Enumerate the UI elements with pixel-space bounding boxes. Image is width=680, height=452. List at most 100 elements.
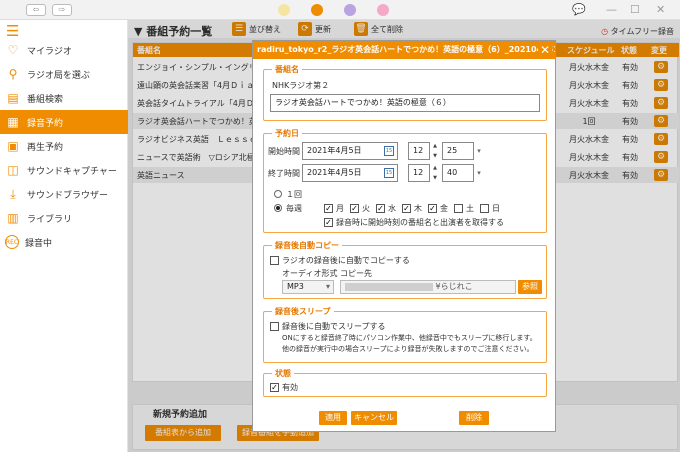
schedule-group-label: 予約日 bbox=[272, 128, 302, 139]
apply-button[interactable]: 適用 bbox=[319, 411, 347, 425]
sleep-note: ONにすると録音終了時にパソコン作業中、他録音中でもスリープに移行します。 bbox=[282, 334, 537, 342]
color-dot-pink[interactable] bbox=[377, 4, 389, 16]
heart-icon: ♡ bbox=[7, 43, 19, 57]
start-time-label: 開始時間 bbox=[268, 147, 300, 156]
copy-check-label: ラジオの録音後に自動でコピーする bbox=[282, 256, 410, 265]
sleep-checkbox[interactable] bbox=[270, 322, 279, 331]
audio-format-label: オーディオ形式 bbox=[282, 269, 338, 278]
sidebar-item-label: ライブラリ bbox=[27, 214, 73, 225]
color-dot-orange[interactable] bbox=[311, 4, 323, 16]
start-hour-spinner[interactable]: ▲ ▼ bbox=[431, 143, 439, 159]
weekly-label: 毎週 bbox=[286, 204, 302, 213]
day-checkbox-fri[interactable]: ✓ bbox=[428, 204, 437, 213]
calendar-icon[interactable]: 15 bbox=[384, 146, 394, 156]
end-hour-spinner[interactable]: ▲ ▼ bbox=[431, 165, 439, 181]
browse-button[interactable]: 参照 bbox=[518, 280, 542, 294]
status-group: 状態 ✓ 有効 bbox=[263, 368, 547, 397]
color-dot-purple[interactable] bbox=[344, 4, 356, 16]
sidebar-item-choose-station[interactable]: ⚲ ラジオ局を選ぶ bbox=[0, 62, 128, 86]
redacted-path bbox=[345, 282, 433, 291]
sidebar-item-recording[interactable]: REC 録音中 bbox=[0, 230, 128, 254]
day-label: 月 bbox=[336, 204, 344, 213]
day-label: 金 bbox=[440, 204, 448, 213]
sidebar-item-library[interactable]: ▥ ライブラリ bbox=[0, 206, 128, 230]
audio-format-value: MP3 bbox=[287, 282, 304, 291]
sidebar-item-program-search[interactable]: ▤ 番組検索 bbox=[0, 86, 128, 110]
capture-icon: ◫ bbox=[7, 163, 19, 177]
end-time-label: 終了時間 bbox=[268, 169, 300, 178]
sidebar-item-label: ラジオ局を選ぶ bbox=[27, 70, 90, 81]
audio-format-select[interactable]: MP3 ▾ bbox=[282, 280, 334, 294]
chevron-down-icon[interactable]: ▾ bbox=[474, 165, 484, 181]
chevron-down-icon[interactable]: ▾ bbox=[474, 143, 484, 159]
fetch-name-checkbox[interactable]: ✓ bbox=[324, 218, 333, 227]
start-date-value: 2021年4月5日 bbox=[307, 146, 362, 155]
day-checkbox-wed[interactable]: ✓ bbox=[376, 204, 385, 213]
minimize-icon[interactable]: — bbox=[606, 2, 617, 18]
forward-button[interactable]: ⇨ bbox=[52, 4, 72, 16]
sidebar-item-sound-capture[interactable]: ◫ サウンドキャプチャー bbox=[0, 158, 128, 182]
enabled-checkbox[interactable]: ✓ bbox=[270, 383, 279, 392]
copy-dest-input[interactable]: ¥らじれこ bbox=[340, 280, 516, 294]
schedule-group: 予約日 開始時間 2021年4月5日 15 12 ▲ ▼ 25 ▾ 終了時間 20… bbox=[263, 128, 547, 233]
edit-reservation-dialog: radiru_tokyo_r2_ラジオ英会話ハートでつかめ！英語の極意（6）_2… bbox=[252, 40, 556, 432]
day-checkbox-tue[interactable]: ✓ bbox=[350, 204, 359, 213]
day-checkbox-sat[interactable] bbox=[454, 204, 463, 213]
sidebar-item-sound-browser[interactable]: ⤓ サウンドブラウザー bbox=[0, 182, 128, 206]
program-group-label: 番組名 bbox=[272, 64, 302, 75]
delete-button[interactable]: 削除 bbox=[459, 411, 489, 425]
program-group: 番組名 NHKラジオ第２ ラジオ英会話ハートでつかめ！英語の極意（６） bbox=[263, 64, 547, 121]
copy-checkbox[interactable] bbox=[270, 256, 279, 265]
sleep-check-label: 録音後に自動でスリープする bbox=[282, 322, 386, 331]
books-icon: ▥ bbox=[7, 211, 19, 225]
sidebar-item-my-radio[interactable]: ♡ マイラジオ bbox=[0, 38, 128, 62]
day-checkbox-mon[interactable]: ✓ bbox=[324, 204, 333, 213]
end-date-value: 2021年4月5日 bbox=[307, 168, 362, 177]
back-button[interactable]: ⇦ bbox=[26, 4, 46, 16]
close-icon[interactable]: ✕ bbox=[656, 2, 665, 18]
day-label: 土 bbox=[466, 204, 474, 213]
sleep-group-label: 録音後スリープ bbox=[272, 306, 334, 317]
start-minute-input[interactable]: 25 bbox=[442, 142, 474, 160]
calendar-icon: ▦ bbox=[7, 115, 19, 129]
top-bar: ⇦ ⇨ 💬 — ☐ ✕ bbox=[0, 0, 680, 20]
download-icon: ⤓ bbox=[10, 186, 16, 201]
sidebar-item-label: マイラジオ bbox=[27, 46, 72, 57]
color-dot-yellow[interactable] bbox=[278, 4, 290, 16]
chat-icon[interactable]: 💬 bbox=[572, 2, 586, 18]
end-minute-input[interactable]: 40 bbox=[442, 164, 474, 182]
hamburger-menu-icon[interactable]: ☰ bbox=[6, 24, 19, 39]
once-radio[interactable] bbox=[274, 190, 282, 198]
day-label: 木 bbox=[414, 204, 422, 213]
day-label: 水 bbox=[388, 204, 396, 213]
sidebar-item-playback-reservation[interactable]: ▣ 再生予約 bbox=[0, 134, 128, 158]
copy-group-label: 録音後自動コピー bbox=[272, 240, 342, 251]
cancel-button[interactable]: キャンセル bbox=[351, 411, 397, 425]
search-doc-icon: ▤ bbox=[7, 91, 19, 105]
copy-dest-label: コピー先 bbox=[340, 269, 372, 278]
sidebar-item-label: 再生予約 bbox=[27, 142, 64, 153]
day-checkbox-sun[interactable] bbox=[480, 204, 489, 213]
sleep-group: 録音後スリープ 録音後に自動でスリープする ONにすると録音終了時にパソコン作業… bbox=[263, 306, 547, 363]
start-hour-input[interactable]: 12 bbox=[408, 142, 430, 160]
sleep-note: 他の録音が実行中の場合スリープにより録音が失敗しますのでご注意ください。 bbox=[282, 345, 534, 353]
sidebar-item-label: 録音予約 bbox=[27, 118, 64, 129]
enabled-label: 有効 bbox=[282, 383, 298, 392]
dialog-title: radiru_tokyo_r2_ラジオ英会話ハートでつかめ！英語の極意（6）_2… bbox=[253, 41, 555, 59]
dialog-close-icon[interactable]: ✕ bbox=[538, 41, 552, 59]
sidebar-item-record-reservation[interactable]: ▦ 録音予約 bbox=[0, 110, 128, 134]
end-hour-input[interactable]: 12 bbox=[408, 164, 430, 182]
calendar-arrow-icon: ▣ bbox=[7, 139, 19, 153]
sidebar-item-label: サウンドキャプチャー bbox=[27, 166, 117, 177]
once-label: １回 bbox=[286, 190, 302, 199]
station-name: NHKラジオ第２ bbox=[272, 81, 330, 90]
calendar-icon[interactable]: 15 bbox=[384, 168, 394, 178]
chevron-down-icon: ▾ bbox=[325, 282, 330, 291]
copy-dest-value: ¥らじれこ bbox=[435, 282, 473, 291]
maximize-icon[interactable]: ☐ bbox=[630, 2, 640, 18]
program-name-input[interactable]: ラジオ英会話ハートでつかめ！英語の極意（６） bbox=[270, 94, 540, 112]
sidebar: ☰ ♡ マイラジオ ⚲ ラジオ局を選ぶ ▤ 番組検索 ▦ 録音予約 ▣ 再生予約… bbox=[0, 20, 128, 452]
weekly-radio[interactable] bbox=[274, 204, 282, 212]
sidebar-item-label: 録音中 bbox=[25, 238, 53, 249]
day-checkbox-thu[interactable]: ✓ bbox=[402, 204, 411, 213]
